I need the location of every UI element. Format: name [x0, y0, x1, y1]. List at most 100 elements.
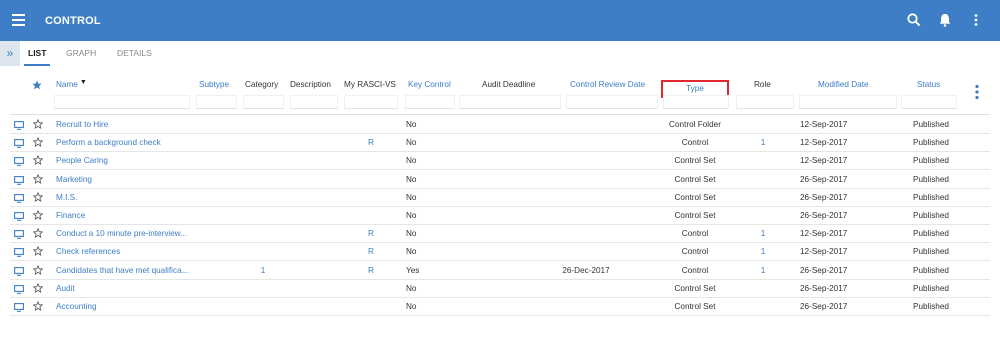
favorite-star-icon[interactable]	[33, 228, 43, 239]
column-header-status[interactable]: Status	[917, 78, 940, 91]
favorite-star-icon[interactable]	[33, 301, 43, 311]
monitor-icon[interactable]	[14, 303, 24, 312]
cell-category[interactable]	[243, 171, 283, 189]
column-header-audit-deadline[interactable]: Audit Deadline	[482, 78, 535, 91]
table-row[interactable]: Accounting No Control Set 26-Sep-2017 Publis…	[10, 298, 990, 316]
monitor-icon[interactable]	[14, 175, 24, 185]
tab-graph[interactable]: GRAPH	[66, 41, 96, 66]
table-row[interactable]: Check references R No Control 1 12-Sep-2017 Pu…	[10, 243, 990, 262]
table-row[interactable]: People Caring No Control Set 12-Sep-2017 Pub…	[10, 152, 990, 171]
cell-rasci[interactable]: R	[344, 262, 398, 280]
cell-name[interactable]: Check references	[56, 243, 194, 261]
monitor-icon[interactable]	[14, 266, 24, 276]
tab-details[interactable]: DETAILS	[117, 41, 152, 66]
cell-category[interactable]	[243, 280, 283, 298]
cell-role[interactable]	[746, 280, 780, 298]
cell-rasci[interactable]	[344, 280, 398, 298]
cell-role[interactable]	[746, 207, 780, 225]
column-header-review-date[interactable]: Control Review Date	[570, 78, 645, 91]
column-header-key-control[interactable]: Key Control	[408, 78, 451, 91]
monitor-icon[interactable]	[14, 230, 24, 240]
cell-rasci[interactable]: R	[344, 134, 398, 152]
monitor-icon[interactable]	[14, 248, 24, 258]
cell-rasci[interactable]	[344, 207, 398, 225]
filter-subtype-input[interactable]	[196, 95, 237, 109]
favorite-star-icon[interactable]	[33, 155, 43, 166]
favorite-star-icon[interactable]	[33, 282, 43, 293]
cell-name[interactable]: People Caring	[56, 152, 194, 170]
cell-name[interactable]: Audit	[56, 280, 194, 298]
column-header-role[interactable]: Role	[754, 78, 771, 91]
filter-rasci-input[interactable]	[344, 95, 398, 109]
cell-role[interactable]	[746, 189, 780, 207]
cell-rasci[interactable]	[344, 298, 398, 316]
cell-rasci[interactable]	[344, 152, 398, 170]
cell-rasci[interactable]	[344, 116, 398, 134]
cell-category[interactable]	[243, 152, 283, 170]
cell-name[interactable]: M.I.S.	[56, 189, 194, 207]
column-header-rasci[interactable]: My RASCI-VS	[344, 78, 396, 91]
cell-name[interactable]: Accounting	[56, 298, 194, 316]
cell-role[interactable]: 1	[746, 262, 780, 280]
favorites-star-icon[interactable]	[32, 80, 42, 90]
tab-list[interactable]: LIST	[24, 41, 50, 66]
cell-category[interactable]	[243, 116, 283, 134]
cell-name[interactable]: Finance	[56, 207, 194, 225]
bell-icon[interactable]	[937, 12, 953, 28]
cell-category[interactable]	[243, 243, 283, 261]
favorite-star-icon[interactable]	[33, 173, 43, 184]
cell-category[interactable]	[243, 134, 283, 152]
menu-icon[interactable]	[12, 14, 25, 26]
table-row[interactable]: Marketing No Control Set 26-Sep-2017 Publish…	[10, 171, 990, 189]
cell-name[interactable]: Marketing	[56, 171, 194, 189]
cell-role[interactable]	[746, 152, 780, 170]
favorite-star-icon[interactable]	[33, 264, 43, 275]
cell-name[interactable]: Perform a background check	[56, 134, 194, 152]
cell-rasci[interactable]	[344, 189, 398, 207]
cell-role[interactable]	[746, 298, 780, 316]
cell-role[interactable]	[746, 116, 780, 134]
more-vertical-icon[interactable]	[968, 12, 984, 28]
filter-modified-input[interactable]	[799, 95, 897, 109]
filter-review-date-input[interactable]	[566, 95, 658, 109]
cell-category[interactable]	[243, 298, 283, 316]
cell-role[interactable]: 1	[746, 134, 780, 152]
favorite-star-icon[interactable]	[33, 119, 43, 129]
cell-name[interactable]: Conduct a 10 minute pre-interview...	[56, 225, 194, 243]
table-row[interactable]: Finance No Control Set 26-Sep-2017 Published	[10, 207, 990, 225]
monitor-icon[interactable]	[14, 212, 24, 221]
column-header-subtype[interactable]: Subtype	[199, 78, 229, 91]
filter-description-input[interactable]	[290, 95, 338, 109]
column-header-category[interactable]: Category	[245, 78, 278, 91]
table-row[interactable]: Recruit to Hire No Control Folder 12-Sep-20…	[10, 116, 990, 134]
column-header-name[interactable]: Name ▼	[56, 78, 87, 91]
column-options-icon[interactable]	[973, 84, 981, 100]
favorite-star-icon[interactable]	[33, 137, 43, 148]
cell-category[interactable]	[243, 207, 283, 225]
filter-role-input[interactable]	[736, 95, 794, 109]
cell-rasci[interactable]	[344, 171, 398, 189]
cell-name[interactable]: Recruit to Hire	[56, 116, 194, 134]
monitor-icon[interactable]	[14, 284, 24, 294]
cell-rasci[interactable]: R	[344, 243, 398, 261]
cell-role[interactable]: 1	[746, 225, 780, 243]
table-row[interactable]: Perform a background check R No Control 1 12-…	[10, 134, 990, 153]
monitor-icon[interactable]	[14, 193, 24, 203]
monitor-icon[interactable]	[14, 139, 24, 149]
cell-category[interactable]: 1	[243, 262, 283, 280]
column-header-modified-date[interactable]: Modified Date	[818, 78, 869, 91]
table-row[interactable]: Conduct a 10 minute pre-interview... R No C…	[10, 225, 990, 244]
filter-category-input[interactable]	[243, 95, 284, 109]
cell-category[interactable]	[243, 189, 283, 207]
table-row[interactable]: Audit No Control Set 26-Sep-2017 Published	[10, 280, 990, 298]
favorite-star-icon[interactable]	[33, 191, 43, 202]
cell-name[interactable]: Candidates that have met qualifica...	[56, 262, 194, 280]
filter-key-control-input[interactable]	[405, 95, 455, 109]
favorite-star-icon[interactable]	[33, 210, 43, 220]
expand-panel-icon[interactable]: »	[0, 41, 20, 66]
monitor-icon[interactable]	[14, 157, 24, 167]
cell-role[interactable]	[746, 171, 780, 189]
filter-name-input[interactable]	[54, 95, 190, 109]
monitor-icon[interactable]	[14, 121, 24, 130]
favorite-star-icon[interactable]	[33, 246, 43, 257]
